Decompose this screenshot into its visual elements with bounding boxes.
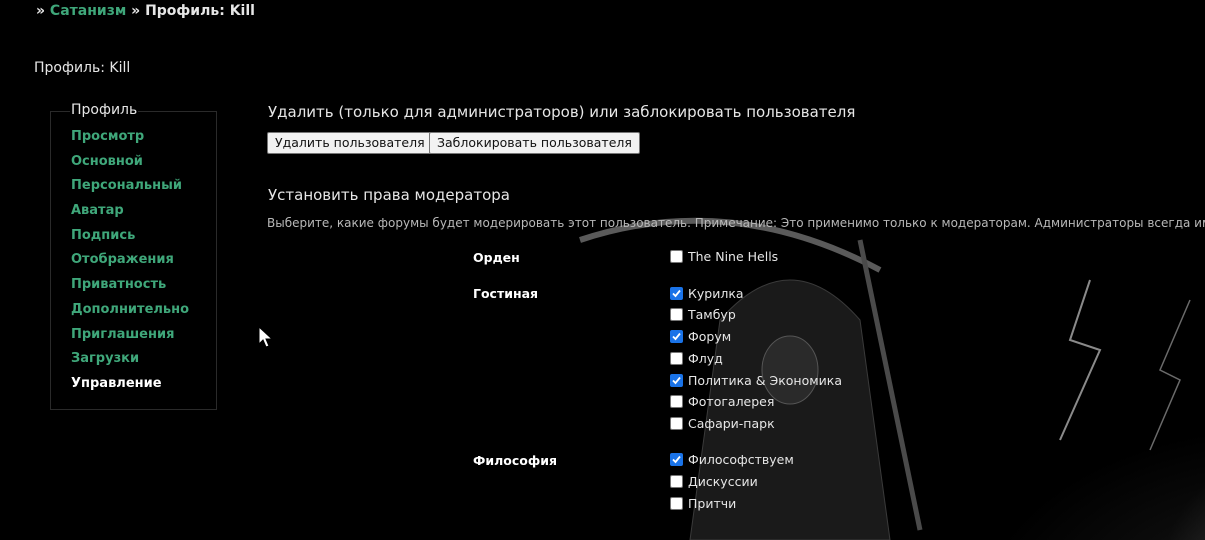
sidebar-link-display[interactable]: Отображения <box>71 252 174 267</box>
forum-option[interactable]: Дискуссии <box>670 472 758 490</box>
moderator-note: Выберите, какие форумы будет модерироват… <box>267 216 1205 230</box>
sidebar-item-avatar: Аватар <box>71 202 189 227</box>
forum-checkbox[interactable] <box>670 286 683 300</box>
mouse-cursor-icon <box>258 326 274 348</box>
category-label: Философия <box>473 453 558 468</box>
breadcrumb-current: Профиль: Kill <box>145 3 255 19</box>
reaper-illustration <box>579 217 1191 540</box>
sidebar-item-basic: Основной <box>71 153 189 178</box>
sidebar-link-uploads[interactable]: Загрузки <box>71 351 139 366</box>
sidebar-link-personal[interactable]: Персональный <box>71 178 182 193</box>
sidebar-item-view: Просмотр <box>71 128 189 153</box>
forum-option[interactable]: Тамбур <box>670 305 736 323</box>
check-icon <box>672 289 681 297</box>
sidebar-link-signature[interactable]: Подпись <box>71 228 135 243</box>
breadcrumb-separator: » <box>36 3 46 19</box>
forum-checkbox[interactable] <box>670 474 683 488</box>
forum-label: Фотогалерея <box>688 393 775 409</box>
forum-option[interactable]: Флуд <box>670 349 723 367</box>
category-label: Орден <box>473 250 520 265</box>
forum-checkbox[interactable] <box>670 394 683 408</box>
check-icon <box>672 332 681 340</box>
forum-option[interactable]: Политика & Экономика <box>670 371 842 389</box>
breadcrumb-link-satanism[interactable]: Сатанизм <box>50 3 126 19</box>
sidebar-item-administration: Управление <box>71 375 189 400</box>
forum-option[interactable]: Фотогалерея <box>670 392 774 410</box>
sidebar-link-view[interactable]: Просмотр <box>71 129 144 144</box>
forum-option[interactable]: Форум <box>670 327 731 345</box>
breadcrumb: » Сатанизм » Профиль: Kill <box>36 3 255 19</box>
moderator-rights-heading: Установить права модератора <box>268 186 510 204</box>
forum-checkbox[interactable] <box>670 351 683 365</box>
sidebar-item-display: Отображения <box>71 251 189 276</box>
forum-option[interactable]: The Nine Hells <box>670 247 778 265</box>
sidebar-item-additional: Дополнительно <box>71 301 189 326</box>
sidebar-link-privacy[interactable]: Приватность <box>71 277 166 292</box>
check-icon <box>672 376 681 384</box>
forum-label: Философствуем <box>688 451 794 467</box>
sidebar-link-avatar[interactable]: Аватар <box>71 203 124 218</box>
breadcrumb-separator: » <box>131 3 141 19</box>
sidebar-item-invitations: Приглашения <box>71 326 189 351</box>
forum-label: Дискуссии <box>688 473 758 489</box>
forum-checkbox[interactable] <box>670 329 683 343</box>
forum-label: Форум <box>688 328 732 344</box>
forum-label: Тамбур <box>688 306 736 322</box>
forum-label: Сафари-парк <box>688 415 775 431</box>
forum-checkbox[interactable] <box>670 496 683 510</box>
sidebar-item-uploads: Загрузки <box>71 350 189 375</box>
background-art <box>470 200 1205 540</box>
sidebar-link-administration[interactable]: Управление <box>71 376 162 391</box>
check-icon <box>672 455 681 463</box>
sidebar-item-personal: Персональный <box>71 177 189 202</box>
forum-label: Курилка <box>688 285 744 301</box>
forum-option[interactable]: Сафари-парк <box>670 414 775 432</box>
category-label: Гостиная <box>473 286 539 301</box>
forum-checkbox[interactable] <box>670 373 683 387</box>
page-title: Профиль: Kill <box>34 60 131 76</box>
ban-user-button[interactable]: Заблокировать пользователя <box>429 132 640 154</box>
forum-checkbox[interactable] <box>670 307 683 321</box>
sidebar-link-basic[interactable]: Основной <box>71 154 143 169</box>
sidebar-item-signature: Подпись <box>71 227 189 252</box>
forum-label: Притчи <box>688 495 737 511</box>
forum-option[interactable]: Притчи <box>670 494 736 512</box>
forum-option[interactable]: Курилка <box>670 284 744 302</box>
forum-checkbox[interactable] <box>670 416 683 430</box>
forum-label: Флуд <box>688 350 723 366</box>
forum-checkbox[interactable] <box>670 249 683 263</box>
forum-label: The Nine Hells <box>688 248 779 264</box>
profile-menu: Просмотр Основной Персональный Аватар По… <box>71 128 189 400</box>
delete-user-button[interactable]: Удалить пользователя <box>267 132 433 154</box>
forum-option[interactable]: Философствуем <box>670 450 794 468</box>
forum-checkbox[interactable] <box>670 452 683 466</box>
sidebar-link-additional[interactable]: Дополнительно <box>71 302 189 317</box>
sidebar-item-privacy: Приватность <box>71 276 189 301</box>
sidebar-link-invitations[interactable]: Приглашения <box>71 327 174 342</box>
profile-menu-legend: Профиль <box>70 102 139 118</box>
delete-ban-heading: Удалить (только для администраторов) или… <box>268 103 856 121</box>
forum-label: Политика & Экономика <box>688 372 842 388</box>
